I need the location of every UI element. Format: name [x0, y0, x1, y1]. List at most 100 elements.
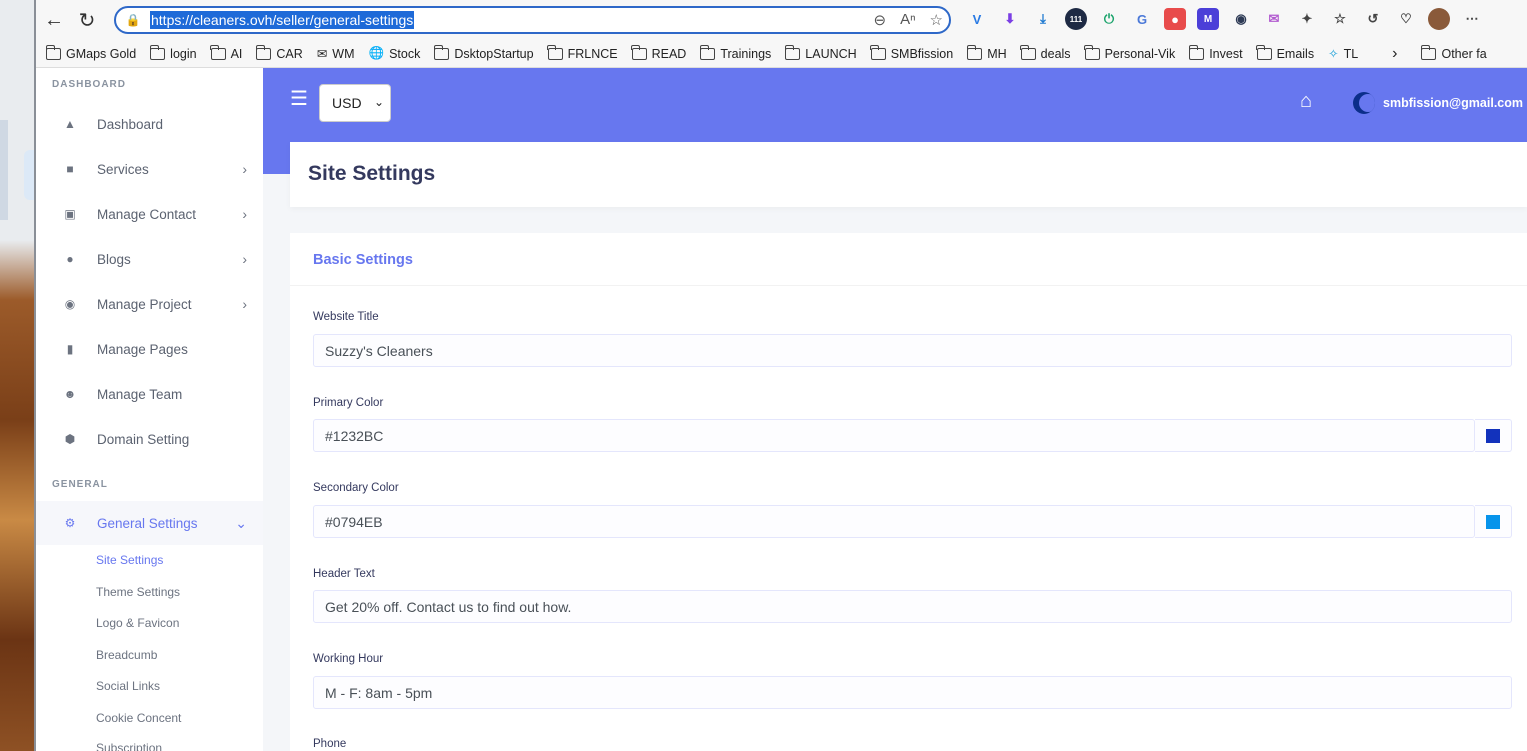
sidebar-item-label: Domain Setting — [97, 431, 190, 447]
bookmark-stock[interactable]: 🌐 Stock — [369, 46, 421, 61]
bookmark-wm[interactable]: ✉ WM — [317, 46, 355, 62]
primary-color-input[interactable]: #1232BC — [313, 419, 1475, 452]
bookmark-dsktopstartup[interactable]: DsktopStartup — [433, 44, 534, 61]
bookmark-smbfission[interactable]: SMBfission — [870, 44, 954, 61]
sidebar-subitem-theme-settings[interactable]: Theme Settings — [96, 585, 180, 599]
team-icon: ☻ — [63, 387, 77, 401]
bookmark-label: Personal-Vik — [1104, 46, 1176, 61]
working-hour-label: Working Hour — [313, 653, 384, 665]
bookmark-deals[interactable]: deals — [1020, 44, 1071, 61]
folder-icon — [255, 44, 272, 60]
header-text-label: Header Text — [313, 568, 375, 580]
sidebar-subitem-breadcumb[interactable]: Breadcumb — [96, 648, 157, 662]
sidebar-item-domain-setting[interactable]: ⬢ Domain Setting — [36, 417, 263, 461]
pinned-extension-icon[interactable]: ● — [1164, 8, 1186, 30]
sidebar-item-label: Services — [97, 161, 149, 177]
bookmark-label: SMBfission — [890, 46, 954, 61]
more-menu-icon[interactable]: ⋯ — [1461, 8, 1483, 30]
website-title-input[interactable]: Suzzy's Cleaners — [313, 334, 1512, 367]
sidebar-item-general-settings[interactable]: ⚙ General Settings ⌄ — [36, 501, 263, 545]
folder-icon — [631, 44, 647, 60]
bookmark-car[interactable]: CAR — [255, 44, 303, 61]
translate-extension-icon[interactable]: G — [1131, 8, 1153, 30]
favorite-star-icon[interactable]: ☆ — [930, 11, 943, 29]
bookmark-label: deals — [1040, 46, 1071, 61]
bookmark-frlnce[interactable]: FRLNCE — [547, 44, 618, 61]
user-menu[interactable]: smbfission@gmail.com ▼ — [1353, 92, 1527, 114]
bookmark-mh[interactable]: MH — [966, 44, 1007, 61]
alien-extension-icon[interactable]: ◉ — [1230, 8, 1252, 30]
bookmark-personal-vik[interactable]: Personal-Vik — [1084, 44, 1176, 61]
bookmark-label: WM — [332, 46, 355, 61]
extensions-puzzle-icon[interactable]: ✦ — [1296, 8, 1318, 30]
chevron-right-icon: › — [242, 206, 247, 222]
bookmark-tl[interactable]: ✧ TL — [1328, 46, 1358, 62]
sidebar-item-blogs[interactable]: ● Blogs › — [36, 237, 263, 281]
blog-icon: ● — [66, 252, 74, 266]
refresh-icon[interactable]: ↻ — [72, 5, 102, 35]
bookmark-emails[interactable]: Emails — [1256, 44, 1314, 61]
bookmark-other-favorites[interactable]: Other fa — [1420, 44, 1487, 61]
sidebar-item-manage-team[interactable]: ☻ Manage Team — [36, 372, 263, 416]
mail-extension-icon[interactable]: ✉ — [1263, 8, 1285, 30]
secondary-color-picker[interactable] — [1475, 505, 1512, 538]
sidebar-subitem-cookie-concent[interactable]: Cookie Concent — [96, 711, 181, 725]
download-extension-icon[interactable]: ⬇ — [999, 8, 1021, 30]
primary-color-label: Primary Color — [313, 397, 384, 409]
vimeo-extension-icon[interactable]: V — [966, 8, 988, 30]
sidebar-subitem-logo-favicon[interactable]: Logo & Favicon — [96, 616, 179, 630]
primary-color-picker[interactable] — [1475, 419, 1512, 452]
home-icon[interactable]: ⌂ — [1300, 90, 1312, 113]
secondary-color-input[interactable]: #0794EB — [313, 505, 1475, 538]
basic-settings-card: Basic Settings Website Title Suzzy's Cle… — [290, 233, 1527, 751]
address-bar[interactable]: 🔒 https://cleaners.ovh/seller/general-se… — [114, 6, 951, 34]
folder-icon — [433, 44, 450, 60]
sidebar-item-manage-pages[interactable]: ▮ Manage Pages — [36, 327, 263, 371]
bookmarks-overflow-chevron-icon[interactable]: › — [1392, 45, 1397, 63]
folder-icon — [966, 44, 983, 60]
folder-icon — [1256, 44, 1272, 60]
currency-select[interactable]: USD ⌄ — [319, 84, 391, 122]
history-icon[interactable]: ↺ — [1362, 8, 1384, 30]
bookmark-trainings[interactable]: Trainings — [699, 44, 771, 61]
sidebar-subitem-subscription[interactable]: Subscription — [96, 741, 162, 751]
sidebar-item-dashboard[interactable]: ▲ Dashboard — [36, 102, 263, 146]
folder-icon — [1084, 44, 1100, 60]
bookmark-label: LAUNCH — [805, 46, 857, 61]
back-icon[interactable]: ← — [39, 5, 69, 35]
working-hour-input[interactable]: M - F: 8am - 5pm — [313, 676, 1512, 709]
bookmark-read[interactable]: READ — [631, 44, 686, 61]
mi-extension-icon[interactable]: M — [1197, 8, 1219, 30]
hamburger-menu-icon[interactable]: ☰ — [290, 86, 308, 111]
favorites-icon[interactable]: ☆ — [1329, 8, 1351, 30]
health-icon[interactable]: ♡ — [1395, 8, 1417, 30]
gear-icon: ⚙ — [64, 516, 76, 530]
bookmark-launch[interactable]: LAUNCH — [784, 44, 857, 61]
card-title: Basic Settings — [313, 252, 413, 268]
chevron-down-icon: ⌄ — [373, 95, 384, 109]
folder-icon — [547, 44, 563, 60]
bookmark-invest[interactable]: Invest — [1188, 44, 1243, 61]
lock-icon[interactable]: 🔒 — [120, 13, 146, 27]
bookmark-login[interactable]: login — [149, 44, 197, 61]
sidebar-item-services[interactable]: ■ Services › — [36, 147, 263, 191]
chevron-right-icon: › — [242, 296, 247, 312]
sidebar-item-manage-project[interactable]: ◉ Manage Project › — [36, 282, 263, 326]
read-aloud-icon[interactable]: Aⁿ — [900, 11, 915, 29]
sidebar-subitem-site-settings[interactable]: Site Settings — [96, 553, 163, 567]
url-text[interactable]: https://cleaners.ovh/seller/general-sett… — [150, 11, 415, 29]
power-extension-icon[interactable]: ⏻ — [1098, 8, 1120, 30]
bookmark-gmaps-gold[interactable]: GMaps Gold — [45, 44, 136, 61]
fire-icon: ▲ — [64, 117, 76, 131]
folder-icon — [45, 44, 61, 60]
header-text-input[interactable]: Get 20% off. Contact us to find out how. — [313, 590, 1512, 623]
bookmark-ai[interactable]: AI — [210, 44, 242, 61]
bookmark-label: Other fa — [1441, 46, 1487, 61]
downloads-icon[interactable]: ⤓ — [1032, 8, 1054, 30]
zoom-icon[interactable]: ⊖ — [873, 11, 886, 29]
sidebar-subitem-social-links[interactable]: Social Links — [96, 679, 160, 693]
sidebar-item-label: Manage Pages — [97, 341, 188, 357]
profile-avatar[interactable] — [1428, 8, 1450, 30]
extension-badge-icon[interactable]: 111 — [1065, 8, 1087, 30]
sidebar-item-manage-contact[interactable]: ▣ Manage Contact › — [36, 192, 263, 236]
